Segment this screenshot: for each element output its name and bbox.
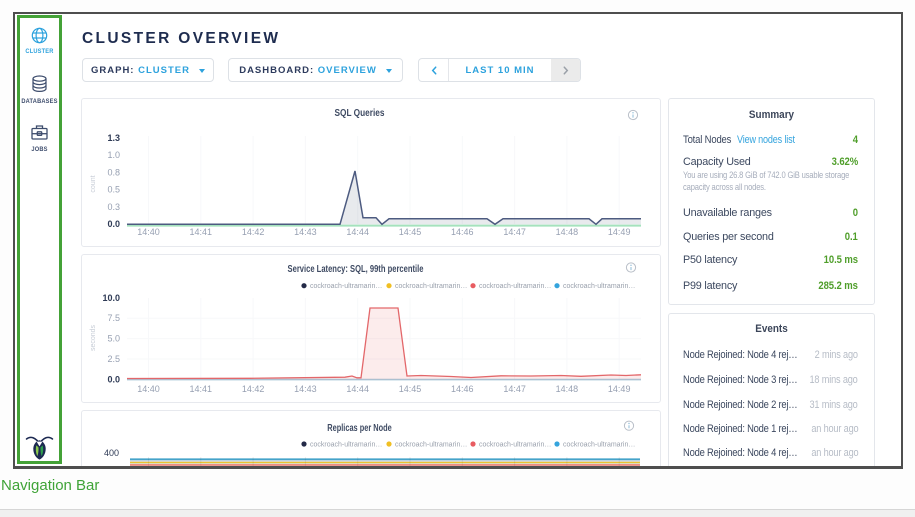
svg-text:cockroach-ultramarin…: cockroach-ultramarin… xyxy=(563,283,635,290)
svg-text:cockroach-ultramarin…: cockroach-ultramarin… xyxy=(310,442,382,449)
svg-text:14:47: 14:47 xyxy=(503,384,526,394)
svg-text:14:46: 14:46 xyxy=(451,227,474,237)
svg-text:14:48: 14:48 xyxy=(556,384,579,394)
svg-text:Replicas per Node: Replicas per Node xyxy=(327,422,392,433)
svg-text:count: count xyxy=(90,175,97,192)
svg-text:400: 400 xyxy=(104,448,119,458)
svg-text:7.5: 7.5 xyxy=(107,313,120,323)
svg-text:14:41: 14:41 xyxy=(190,227,213,237)
svg-text:14:43: 14:43 xyxy=(294,384,317,394)
svg-text:14:49: 14:49 xyxy=(608,227,631,237)
svg-text:cockroach-ultramarin…: cockroach-ultramarin… xyxy=(479,283,551,290)
svg-text:14:44: 14:44 xyxy=(346,227,369,237)
svg-text:14:44: 14:44 xyxy=(346,384,369,394)
svg-text:1.3: 1.3 xyxy=(107,133,120,143)
svg-text:SQL Queries: SQL Queries xyxy=(334,107,384,118)
svg-text:0.3: 0.3 xyxy=(107,202,120,212)
svg-text:0.8: 0.8 xyxy=(107,167,120,177)
svg-text:2.5: 2.5 xyxy=(107,354,120,364)
svg-text:14:42: 14:42 xyxy=(242,227,265,237)
svg-text:seconds: seconds xyxy=(90,324,97,351)
svg-text:0.5: 0.5 xyxy=(107,185,120,195)
svg-text:0.0: 0.0 xyxy=(107,219,120,229)
svg-text:14:41: 14:41 xyxy=(190,384,213,394)
svg-text:cockroach-ultramarin…: cockroach-ultramarin… xyxy=(563,442,635,449)
svg-text:14:48: 14:48 xyxy=(556,227,579,237)
svg-text:14:40: 14:40 xyxy=(137,384,160,394)
svg-text:0.0: 0.0 xyxy=(107,374,120,384)
svg-text:14:45: 14:45 xyxy=(399,227,422,237)
svg-text:14:49: 14:49 xyxy=(608,384,631,394)
svg-text:cockroach-ultramarin…: cockroach-ultramarin… xyxy=(395,442,467,449)
svg-text:cockroach-ultramarin…: cockroach-ultramarin… xyxy=(395,283,467,290)
svg-text:5.0: 5.0 xyxy=(107,334,120,344)
svg-text:10.0: 10.0 xyxy=(102,293,120,303)
svg-text:cockroach-ultramarin…: cockroach-ultramarin… xyxy=(310,283,382,290)
svg-text:14:46: 14:46 xyxy=(451,384,474,394)
svg-text:14:45: 14:45 xyxy=(399,384,422,394)
svg-text:14:43: 14:43 xyxy=(294,227,317,237)
svg-text:1.0: 1.0 xyxy=(107,150,120,160)
svg-text:Service Latency: SQL, 99th per: Service Latency: SQL, 99th percentile xyxy=(288,263,424,274)
svg-text:14:42: 14:42 xyxy=(242,384,265,394)
svg-text:14:47: 14:47 xyxy=(503,227,526,237)
svg-text:cockroach-ultramarin…: cockroach-ultramarin… xyxy=(479,442,551,449)
svg-text:14:40: 14:40 xyxy=(137,227,160,237)
